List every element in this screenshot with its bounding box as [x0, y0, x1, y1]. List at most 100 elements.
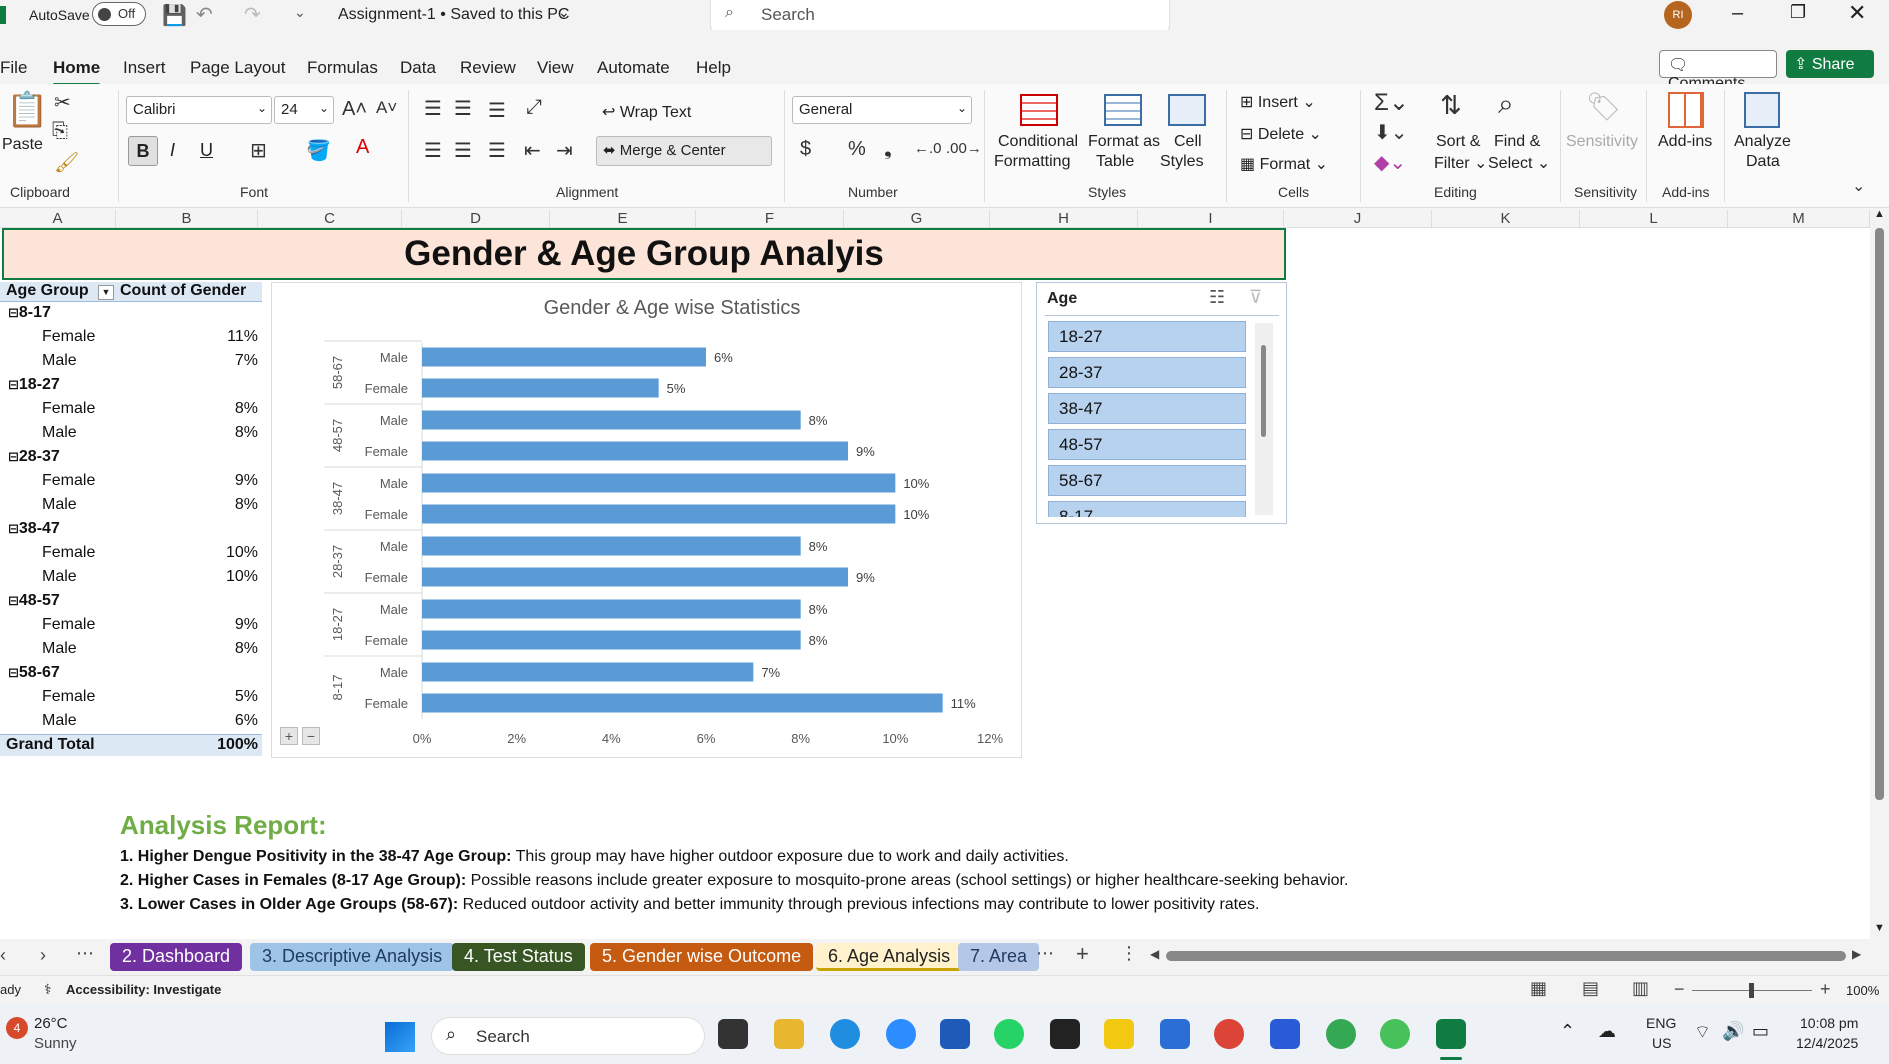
font-size-select[interactable]: 24 ⌄	[274, 96, 334, 124]
next-sheet-icon[interactable]: ›	[40, 945, 46, 966]
format-as-table-icon[interactable]	[1104, 94, 1142, 126]
undo-icon[interactable]: ↶	[196, 2, 213, 27]
close-icon[interactable]: ✕	[1848, 0, 1866, 26]
redo-icon[interactable]: ↷	[244, 2, 261, 27]
sheet-tab[interactable]: 3. Descriptive Analysis	[250, 943, 455, 971]
cell-styles-label-2[interactable]: Styles	[1160, 153, 1204, 171]
scroll-up-icon[interactable]: ▲	[1874, 208, 1885, 220]
filter-dropdown-icon[interactable]: ▼	[98, 285, 114, 300]
page-break-view-icon[interactable]: ▥	[1632, 978, 1649, 999]
analyze-data-label-2[interactable]: Data	[1746, 153, 1780, 171]
sheet-tab[interactable]: 6. Age Analysis	[816, 943, 963, 971]
borders-icon[interactable]: ⊞	[250, 138, 267, 163]
orientation-icon[interactable]: ⤢	[526, 96, 542, 119]
tab-automate[interactable]: Automate	[597, 58, 670, 78]
edge-icon[interactable]	[830, 1019, 860, 1049]
battery-icon[interactable]: ▭	[1752, 1021, 1769, 1042]
cell-styles-icon[interactable]	[1168, 94, 1206, 126]
zoom-slider-thumb[interactable]	[1749, 983, 1754, 998]
column-header-d[interactable]: D	[402, 210, 550, 227]
slicer-item[interactable]: 18-27	[1048, 321, 1246, 352]
zoom-out-icon[interactable]: −	[1674, 979, 1685, 1000]
sheet-options-icon[interactable]: ⋮	[1120, 943, 1138, 964]
expand-field-button[interactable]: +	[280, 727, 298, 745]
onedrive-icon[interactable]: ☁	[1598, 1021, 1616, 1042]
clear-filter-icon[interactable]: ⊽	[1249, 287, 1262, 308]
font-name-select[interactable]: Calibri ⌄	[126, 96, 272, 124]
search-box[interactable]: ⌕ Search	[710, 0, 1170, 32]
tab-help[interactable]: Help	[696, 58, 731, 78]
increase-indent-icon[interactable]: ⇥	[556, 138, 573, 163]
age-gender-chart[interactable]: Gender & Age wise Statistics 8-17 Female 11…	[271, 282, 1022, 758]
column-header-a[interactable]: A	[0, 210, 116, 227]
wifi-icon[interactable]: ⌔	[1694, 1021, 1711, 1044]
decrease-indent-icon[interactable]: ⇤	[524, 138, 541, 163]
scroll-down-icon[interactable]: ▼	[1874, 922, 1885, 934]
app-icon[interactable]	[1050, 1019, 1080, 1049]
cell-styles-label-1[interactable]: Cell	[1174, 133, 1202, 151]
sort-filter-label-1[interactable]: Sort &	[1436, 133, 1480, 151]
find-select-icon[interactable]: ⌕	[1498, 88, 1514, 121]
new-sheet-icon[interactable]: +	[1076, 941, 1089, 967]
vertical-scrollbar[interactable]: ▲ ▼	[1870, 208, 1889, 939]
delete-cells-button[interactable]: ⊟ Delete ⌄	[1240, 124, 1322, 144]
underline-button[interactable]: U	[200, 140, 213, 161]
task-view-icon[interactable]	[718, 1019, 748, 1049]
conditional-formatting-label-2[interactable]: Formatting	[994, 153, 1070, 171]
column-header-i[interactable]: I	[1138, 210, 1284, 227]
align-center-icon[interactable]: ☰	[454, 138, 472, 163]
age-slicer[interactable]: Age ☷ ⊽ 18-27 28-37 38-47 48-57 58-67 8-17	[1036, 282, 1287, 524]
column-header-l[interactable]: L	[1580, 210, 1728, 227]
sheet-tab[interactable]: 7. Area	[958, 943, 1040, 971]
slicer-item[interactable]: 58-67	[1048, 465, 1246, 496]
paste-icon[interactable]: 📋	[6, 90, 48, 130]
cut-icon[interactable]: ✂	[54, 90, 71, 115]
slicer-scrollbar[interactable]	[1255, 323, 1273, 515]
customize-qat-icon[interactable]: ⌄	[294, 4, 306, 21]
slicer-scroll-thumb[interactable]	[1261, 345, 1266, 437]
tab-file[interactable]: File	[0, 58, 27, 78]
collapse-group-icon[interactable]: ⊟	[8, 305, 19, 320]
normal-view-icon[interactable]: ▦	[1530, 978, 1547, 999]
bold-button[interactable]: B	[128, 136, 158, 166]
number-format-select[interactable]: General ⌄	[792, 96, 972, 124]
sheet-tab[interactable]: 5. Gender wise Outcome	[590, 943, 814, 971]
collapse-ribbon-icon[interactable]: ⌄	[1852, 176, 1865, 196]
tab-review[interactable]: Review	[460, 58, 516, 78]
collapse-field-button[interactable]: −	[302, 727, 320, 745]
align-left-icon[interactable]: ☰	[424, 138, 442, 163]
align-bottom-icon[interactable]: ☰	[488, 98, 506, 123]
more-sheets-right-icon[interactable]: ⋯	[1036, 943, 1054, 964]
horizontal-scroll-thumb[interactable]	[1166, 951, 1846, 961]
clock-date[interactable]: 12/4/2025	[1796, 1035, 1858, 1051]
store-icon[interactable]	[940, 1019, 970, 1049]
font-color-icon[interactable]: A	[356, 136, 369, 159]
tab-home[interactable]: Home	[53, 58, 101, 86]
hscroll-left-icon[interactable]: ◀	[1150, 947, 1159, 961]
collapse-group-icon[interactable]: ⊟	[8, 593, 19, 608]
conditional-formatting-icon[interactable]	[1020, 94, 1058, 126]
sort-filter-label-2[interactable]: Filter ⌄	[1434, 153, 1487, 173]
language-1[interactable]: ENG	[1646, 1015, 1676, 1031]
find-select-label-2[interactable]: Select ⌄	[1488, 153, 1550, 173]
format-cells-button[interactable]: ▦ Format ⌄	[1240, 154, 1328, 174]
slicer-item[interactable]: 28-37	[1048, 357, 1246, 388]
analyze-data-label-1[interactable]: Analyze	[1734, 133, 1791, 151]
document-title[interactable]: Assignment-1 • Saved to this PC	[338, 6, 569, 24]
insert-cells-button[interactable]: ⊞ Insert ⌄	[1240, 92, 1316, 112]
prev-sheet-icon[interactable]: ‹	[0, 945, 6, 966]
vertical-scroll-thumb[interactable]	[1875, 228, 1884, 800]
share-button[interactable]: ⇪ Share	[1786, 50, 1874, 78]
paste-label[interactable]: Paste	[2, 136, 43, 154]
excel-taskbar-icon[interactable]	[1436, 1019, 1466, 1049]
align-top-icon[interactable]: ☰	[424, 96, 442, 121]
italic-button[interactable]: I	[170, 140, 175, 161]
minimize-icon[interactable]: –	[1732, 2, 1743, 25]
align-right-icon[interactable]: ☰	[488, 138, 506, 163]
hscroll-right-icon[interactable]: ▶	[1852, 947, 1861, 961]
collapse-group-icon[interactable]: ⊟	[8, 449, 19, 464]
currency-icon[interactable]: $	[800, 138, 811, 161]
sheet-tab[interactable]: 2. Dashboard	[110, 943, 243, 971]
column-header-f[interactable]: F	[696, 210, 844, 227]
analyze-data-icon[interactable]	[1744, 92, 1780, 128]
